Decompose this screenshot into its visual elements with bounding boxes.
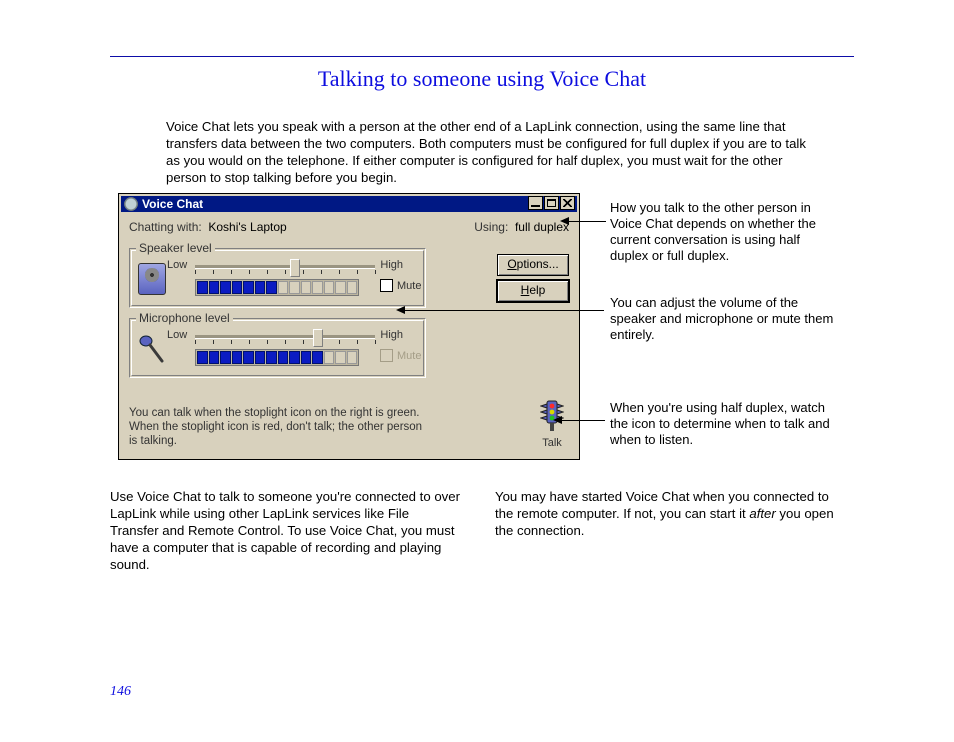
speaker-level-group: Speaker level Low High Mute	[129, 248, 426, 308]
arrow-duplex	[568, 221, 606, 222]
mic-mute-label: Mute	[397, 350, 421, 362]
options-button[interactable]: Options...	[497, 254, 569, 276]
speaker-mute[interactable]: Mute	[380, 279, 421, 292]
titlebar[interactable]: Voice Chat	[121, 196, 577, 212]
bottom-col-left: Use Voice Chat to talk to someone you're…	[110, 488, 460, 573]
stoplight-icon: Talk	[535, 400, 569, 449]
microphone-level-group: Microphone level Low High	[129, 318, 426, 378]
mic-mute: Mute	[380, 349, 421, 362]
intro-paragraph: Voice Chat lets you speak with a person …	[166, 118, 806, 186]
speaker-vu-meter	[195, 279, 359, 296]
speaker-group-title: Speaker level	[136, 241, 215, 255]
mic-thumb[interactable]	[313, 329, 323, 347]
help-button[interactable]: Help	[497, 280, 569, 302]
arrow-volume	[404, 310, 604, 311]
annotation-stoplight: When you're using half duplex, watch the…	[610, 400, 840, 448]
microphone-icon	[138, 333, 164, 363]
chatting-with-label: Chatting with:	[129, 220, 202, 234]
stoplight-hint: You can talk when the stoplight icon on …	[129, 406, 429, 448]
speaker-thumb[interactable]	[290, 259, 300, 277]
annotation-volume: You can adjust the volume of the speaker…	[610, 295, 840, 343]
speaker-low-label: Low	[167, 259, 187, 271]
mic-vu-meter	[195, 349, 359, 366]
speaker-ticks	[195, 270, 375, 275]
talk-label: Talk	[535, 437, 569, 449]
mic-low-label: Low	[167, 329, 187, 341]
minimize-button[interactable]	[528, 196, 543, 210]
speaker-high-label: High	[380, 259, 403, 271]
voice-chat-app-icon	[124, 197, 138, 211]
page-number: 146	[110, 684, 131, 700]
chatting-with-value: Koshi's Laptop	[208, 220, 286, 234]
annotation-duplex: How you talk to the other person in Voic…	[610, 200, 840, 264]
speaker-mute-checkbox[interactable]	[380, 279, 393, 292]
page-title: Talking to someone using Voice Chat	[110, 66, 854, 92]
window-title: Voice Chat	[142, 197, 203, 211]
mic-high-label: High	[380, 329, 403, 341]
top-rule	[110, 56, 854, 57]
bottom-col-right: You may have started Voice Chat when you…	[495, 488, 845, 539]
mic-group-title: Microphone level	[136, 311, 233, 325]
voice-chat-window: Voice Chat Chatting with: Koshi's Laptop…	[118, 193, 580, 460]
mic-ticks	[195, 340, 375, 345]
mic-mute-checkbox	[380, 349, 393, 362]
speaker-icon	[138, 263, 166, 295]
arrow-stoplight	[561, 420, 605, 421]
speaker-mute-label: Mute	[397, 280, 421, 292]
maximize-button[interactable]	[544, 196, 559, 210]
using-label: Using:	[474, 220, 508, 234]
close-button[interactable]	[560, 196, 575, 210]
